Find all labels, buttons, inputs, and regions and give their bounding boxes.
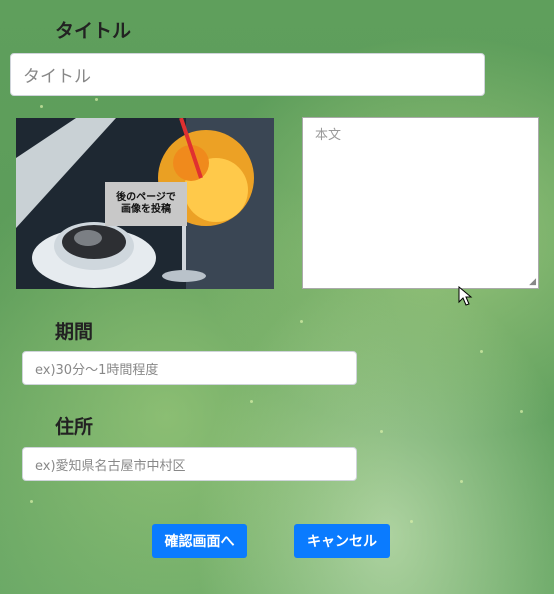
title-label: タイトル: [55, 20, 132, 42]
period-label: 期間: [55, 321, 94, 343]
title-input-placeholder: タイトル: [23, 67, 91, 87]
address-input[interactable]: ex)愛知県名古屋市中村区: [22, 447, 357, 481]
cancel-button[interactable]: キャンセル: [294, 524, 390, 558]
confirm-button[interactable]: 確認画面へ: [152, 524, 247, 558]
post-image-preview: 後のページで 画像を投稿: [16, 118, 274, 289]
body-textarea[interactable]: 本文 ◢: [302, 117, 539, 289]
address-label: 住所: [55, 416, 94, 438]
body-textarea-placeholder: 本文: [315, 128, 342, 143]
resize-handle-icon[interactable]: ◢: [529, 277, 536, 287]
title-input[interactable]: タイトル: [10, 53, 485, 96]
mouse-cursor-icon: [458, 286, 473, 306]
address-input-placeholder: ex)愛知県名古屋市中村区: [35, 458, 186, 474]
upload-later-notice: 後のページで 画像を投稿: [105, 182, 187, 226]
period-input[interactable]: ex)30分〜1時間程度: [22, 351, 357, 385]
period-input-placeholder: ex)30分〜1時間程度: [35, 362, 159, 378]
